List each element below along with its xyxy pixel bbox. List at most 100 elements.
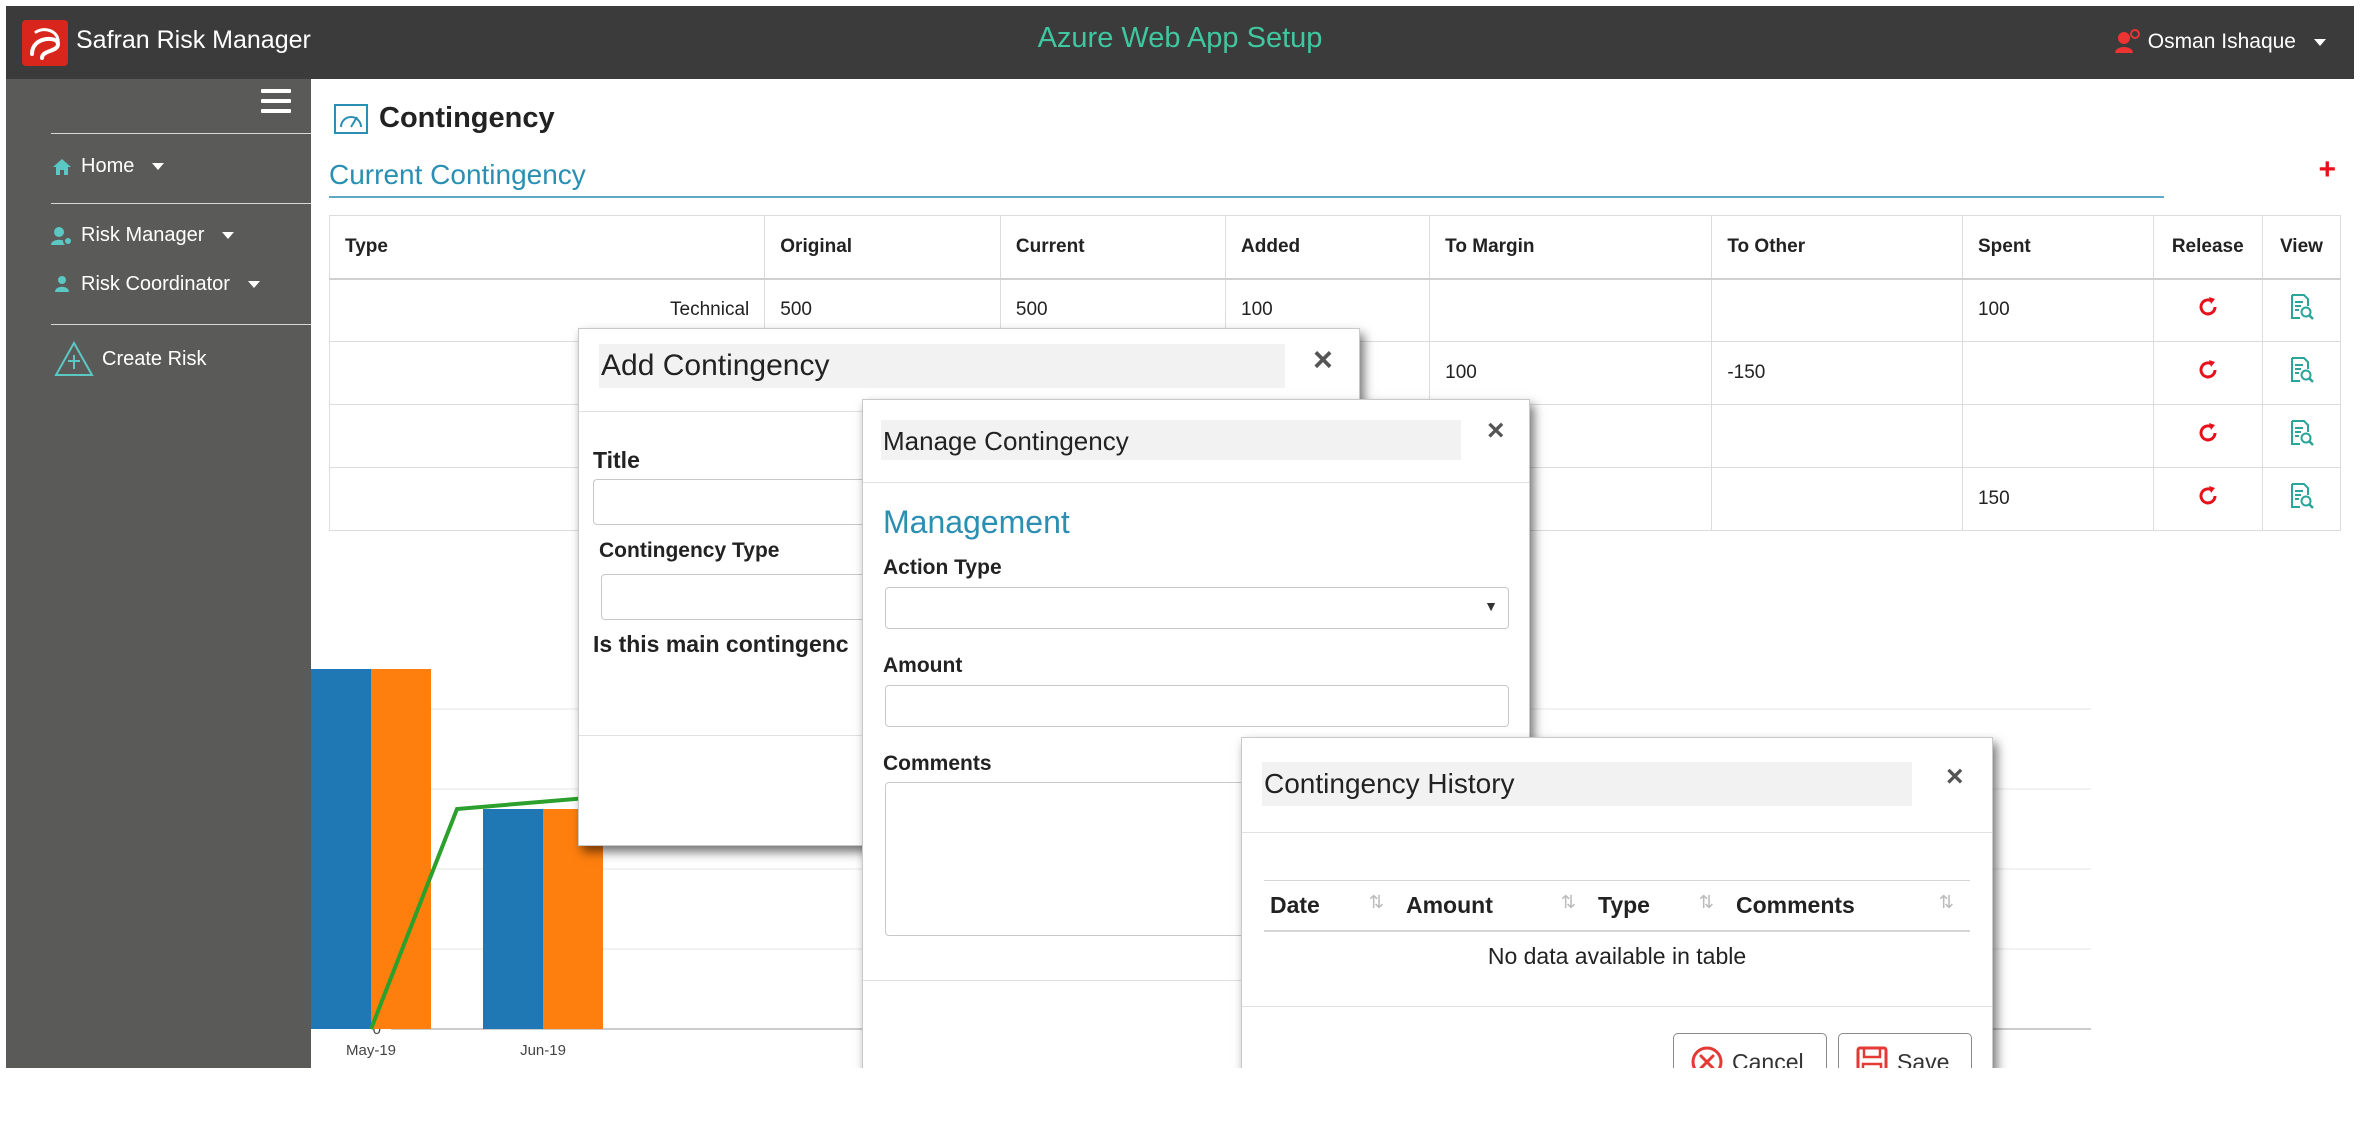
table-cell-to-other: -150 (1711, 341, 1963, 405)
column-header[interactable]: To Other (1711, 215, 1963, 280)
column-header-date[interactable]: Date ⇅ (1264, 880, 1400, 932)
table-cell-to-margin (1429, 278, 1713, 342)
top-bar: Safran Risk Manager Azure Web App Setup … (6, 6, 2354, 79)
chevron-down-icon (222, 232, 235, 239)
history-table: Date ⇅ Amount ⇅ Type ⇅ Comments ⇅ No data av… (1264, 880, 1970, 981)
table-header-row: Type Original Current Added To Margin To… (328, 215, 2342, 280)
table-cell-spent (1961, 404, 2154, 468)
chevron-down-icon (152, 163, 165, 170)
comments-label: Comments (883, 752, 992, 775)
page-header: Contingency (333, 101, 555, 135)
table-cell-spent: 150 (1961, 467, 2154, 531)
floppy-disk-icon (1856, 1046, 1888, 1068)
contingency-type-select[interactable] (601, 574, 901, 620)
save-button[interactable]: Save (1838, 1033, 1972, 1068)
close-icon[interactable]: × (1946, 760, 1964, 794)
close-icon[interactable]: × (1313, 341, 1333, 380)
users-icon (55, 275, 69, 292)
column-header-type[interactable]: Type ⇅ (1592, 880, 1730, 932)
sort-icon: ⇅ (1698, 891, 1714, 912)
comments-textarea[interactable] (885, 782, 1245, 936)
view-document-icon[interactable] (2286, 292, 2316, 322)
sidebar-item-risk-coordinator[interactable]: Risk Coordinator (51, 273, 260, 296)
column-header[interactable]: To Margin (1429, 215, 1713, 280)
action-type-select[interactable]: ▼ (885, 587, 1509, 629)
column-header[interactable]: Original (764, 215, 1001, 280)
table-header-row: Date ⇅ Amount ⇅ Type ⇅ Comments ⇅ (1264, 880, 1970, 932)
release-cell (2152, 341, 2263, 405)
column-header[interactable]: Spent (1961, 215, 2154, 280)
user-gear-icon (51, 226, 73, 246)
amount-input[interactable] (885, 685, 1509, 727)
app-name[interactable]: Safran Risk Manager (76, 26, 311, 55)
column-header-comments[interactable]: Comments ⇅ (1730, 880, 1970, 932)
column-header-label: Comments (1736, 891, 1855, 918)
chevron-down-icon (247, 281, 260, 288)
bar (483, 809, 543, 1029)
column-header[interactable]: Release (2152, 215, 2263, 280)
table-cell-to-other (1711, 278, 1963, 342)
user-menu[interactable]: Osman Ishaque (2114, 29, 2326, 55)
page-title: Contingency (379, 101, 555, 134)
sidebar-item-home[interactable]: Home (51, 155, 165, 178)
sort-icon: ⇅ (1938, 891, 1954, 912)
modal-title: Manage Contingency (883, 426, 1129, 456)
view-cell (2261, 467, 2342, 531)
hamburger-menu-icon[interactable] (261, 89, 291, 115)
user-name: Osman Ishaque (2147, 30, 2296, 53)
safran-logo-icon[interactable] (22, 20, 68, 66)
cancel-circle-icon (1691, 1046, 1723, 1068)
save-label: Save (1897, 1048, 1950, 1069)
view-cell (2261, 278, 2342, 342)
refresh-icon[interactable] (2196, 484, 2220, 508)
release-cell (2152, 404, 2263, 468)
sidebar-item-label: Risk Coordinator (81, 273, 230, 295)
column-header-label: Date (1270, 891, 1320, 918)
cancel-button[interactable]: Cancel (1673, 1033, 1827, 1068)
column-header-label: Type (1598, 891, 1650, 918)
bar (311, 669, 371, 1029)
sidebar-item-create-risk[interactable]: Create Risk (54, 341, 206, 377)
sort-icon: ⇅ (1368, 891, 1384, 912)
close-icon[interactable]: × (1487, 414, 1505, 448)
sidebar-divider (51, 133, 311, 134)
view-cell (2261, 341, 2342, 405)
title-input[interactable] (593, 479, 893, 525)
view-document-icon[interactable] (2286, 418, 2316, 448)
sidebar-item-label: Home (81, 155, 135, 177)
warning-triangle-icon (54, 341, 94, 376)
column-header-label: Amount (1406, 891, 1493, 918)
refresh-icon[interactable] (2196, 358, 2220, 382)
table-cell-spent: 100 (1961, 278, 2154, 342)
divider (1242, 832, 1992, 833)
column-header[interactable]: View (2261, 215, 2342, 280)
table-cell-to-other (1711, 404, 1963, 468)
chevron-down-icon (2314, 38, 2326, 46)
column-header[interactable]: Current (999, 215, 1227, 280)
add-contingency-button[interactable]: + (2318, 153, 2336, 187)
modal-title: Add Contingency (601, 349, 830, 382)
table-cell-to-other (1711, 467, 1963, 531)
column-header-amount[interactable]: Amount ⇅ (1400, 880, 1592, 932)
refresh-icon[interactable] (2196, 295, 2220, 319)
view-document-icon[interactable] (2286, 355, 2316, 385)
sidebar-item-risk-manager[interactable]: Risk Manager (51, 224, 235, 247)
divider (863, 482, 1529, 483)
sidebar-item-label: Risk Manager (81, 224, 205, 246)
column-header[interactable]: Added (1225, 215, 1431, 280)
sort-icon: ⇅ (1560, 891, 1576, 912)
refresh-icon[interactable] (2196, 421, 2220, 445)
sidebar-divider (51, 203, 311, 204)
section-divider (329, 196, 2164, 198)
gauge-icon (334, 104, 368, 134)
column-header[interactable]: Type (328, 215, 766, 280)
action-type-label: Action Type (883, 556, 1002, 579)
chevron-down-icon: ▼ (1484, 598, 1498, 614)
environment-title: Azure Web App Setup (1037, 22, 1323, 54)
release-cell (2152, 467, 2263, 531)
view-cell (2261, 404, 2342, 468)
view-document-icon[interactable] (2286, 481, 2316, 511)
x-tick-label: Jun-19 (520, 1042, 566, 1059)
sidebar-divider (51, 324, 311, 325)
table-cell-spent (1961, 341, 2154, 405)
